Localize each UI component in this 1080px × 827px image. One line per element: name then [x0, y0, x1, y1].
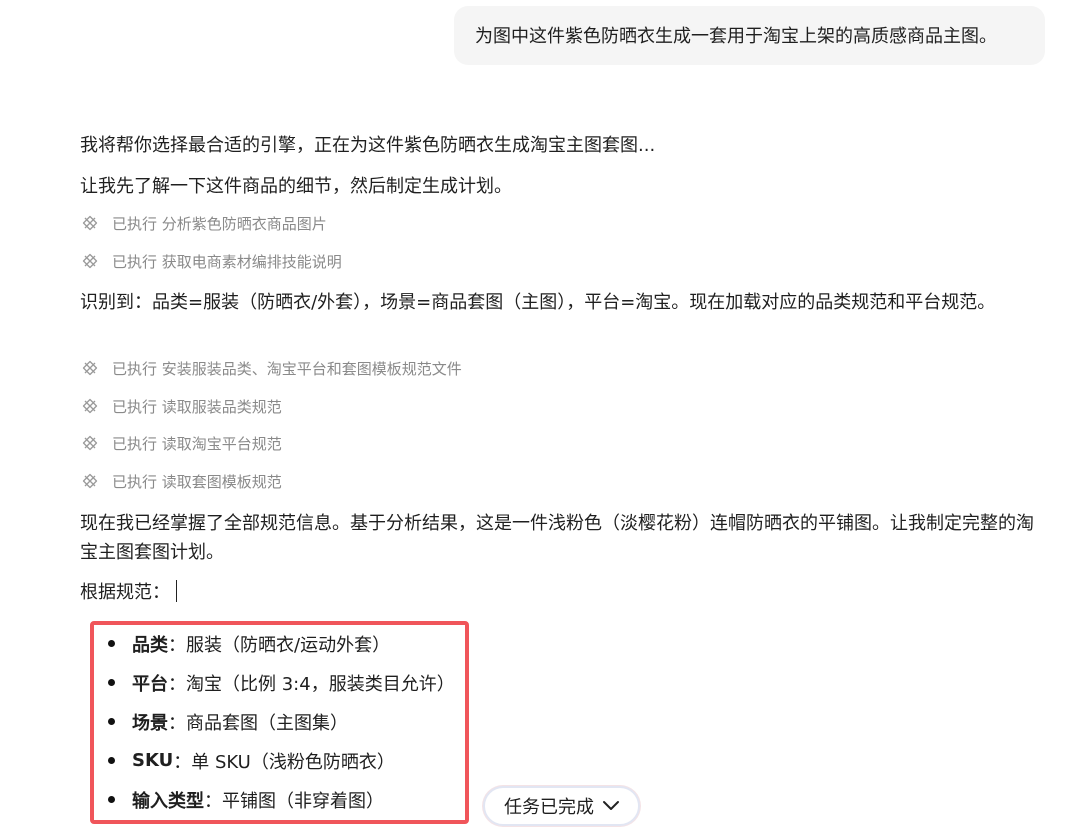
- assistant-intro-line-2: 让我先了解一下这件商品的细节，然后制定生成计划。: [80, 176, 512, 197]
- spec-item: 品类：服装（防晒衣/运动外套）: [108, 624, 455, 663]
- tool-step-label: 分析紫色防晒衣商品图片: [161, 214, 327, 233]
- spec-list: 品类：服装（防晒衣/运动外套） 平台：淘宝（比例 3:4，服装类目允许） 场景：…: [108, 624, 455, 819]
- bullet-dot: [108, 679, 115, 686]
- tool-step-status: 已执行: [112, 252, 158, 271]
- tool-step-status: 已执行: [112, 472, 158, 491]
- tool-step-label: 读取套图模板规范: [161, 472, 282, 491]
- tool-step-label: 读取淘宝平台规范: [161, 434, 282, 453]
- tool-step[interactable]: 已执行 安装服装品类、淘宝平台和套图模板规范文件: [80, 357, 462, 379]
- spec-value: 平铺图（非穿着图）: [222, 790, 384, 812]
- tool-step-status: 已执行: [112, 434, 158, 453]
- bullet-dot: [108, 757, 115, 764]
- spec-key: 平台: [132, 673, 168, 695]
- tool-step[interactable]: 已执行 获取电商素材编排技能说明: [80, 250, 342, 272]
- tool-executed-icon: [82, 473, 98, 489]
- user-message-bubble: 为图中这件紫色防晒衣生成一套用于淘宝上架的高质感商品主图。: [454, 6, 1045, 65]
- tool-step-status: 已执行: [112, 214, 158, 233]
- according-line: 根据规范：: [80, 578, 177, 607]
- summary-paragraph: 现在我已经掌握了全部规范信息。基于分析结果，这是一件浅粉色（淡樱花粉）连帽防晒衣…: [80, 513, 1034, 563]
- spec-key: 输入类型: [132, 790, 204, 812]
- assistant-intro-line-1: 我将帮你选择最合适的引擎，正在为这件紫色防晒衣生成淘宝主图套图...: [80, 135, 656, 156]
- spec-colon: ：: [168, 712, 186, 734]
- bullet-dot: [108, 640, 115, 647]
- tool-executed-icon: [82, 398, 98, 414]
- spec-key: 品类: [132, 634, 168, 656]
- tool-step-status: 已执行: [112, 359, 158, 378]
- spec-value: 淘宝（比例 3:4，服装类目允许）: [186, 673, 455, 695]
- tool-executed-icon: [82, 215, 98, 231]
- identified-paragraph: 识别到：品类=服装（防晒衣/外套），场景=商品套图（主图），平台=淘宝。现在加载…: [80, 292, 996, 313]
- spec-colon: ：: [173, 751, 192, 773]
- tool-step-status: 已执行: [112, 397, 158, 416]
- spec-key: 场景: [132, 712, 168, 734]
- tool-step[interactable]: 已执行 读取淘宝平台规范: [80, 432, 282, 454]
- according-label: 根据规范：: [80, 582, 170, 603]
- tool-executed-icon: [82, 360, 98, 376]
- tool-step[interactable]: 已执行 读取服装品类规范: [80, 395, 282, 417]
- spec-colon: ：: [204, 790, 222, 812]
- spec-key: SKU: [132, 750, 174, 771]
- tool-executed-icon: [82, 253, 98, 269]
- spec-item: 场景：商品套图（主图集）: [108, 702, 455, 741]
- task-status-label: 任务已完成: [504, 797, 594, 818]
- spec-colon: ：: [168, 673, 186, 695]
- bullet-dot: [108, 796, 115, 803]
- spec-value: 商品套图（主图集）: [186, 712, 348, 734]
- spec-value: 单 SKU（浅粉色防晒衣）: [191, 751, 395, 773]
- tool-step-label: 安装服装品类、淘宝平台和套图模板规范文件: [161, 359, 462, 378]
- bullet-dot: [108, 718, 115, 725]
- tool-step[interactable]: 已执行 读取套图模板规范: [80, 470, 282, 492]
- spec-item: 平台：淘宝（比例 3:4，服装类目允许）: [108, 663, 455, 702]
- spec-item: SKU：单 SKU（浅粉色防晒衣）: [108, 741, 455, 780]
- chevron-down-icon: [603, 801, 619, 810]
- tool-step-label: 获取电商素材编排技能说明: [161, 252, 342, 271]
- task-status-toggle-button[interactable]: 任务已完成: [483, 786, 640, 826]
- text-cursor: [176, 580, 177, 602]
- user-message-text: 为图中这件紫色防晒衣生成一套用于淘宝上架的高质感商品主图。: [475, 26, 997, 47]
- tool-step-label: 读取服装品类规范: [161, 397, 282, 416]
- tool-step[interactable]: 已执行 分析紫色防晒衣商品图片: [80, 212, 327, 234]
- spec-item: 输入类型：平铺图（非穿着图）: [108, 780, 455, 819]
- spec-colon: ：: [168, 634, 186, 656]
- spec-value: 服装（防晒衣/运动外套）: [186, 634, 391, 656]
- tool-executed-icon: [82, 435, 98, 451]
